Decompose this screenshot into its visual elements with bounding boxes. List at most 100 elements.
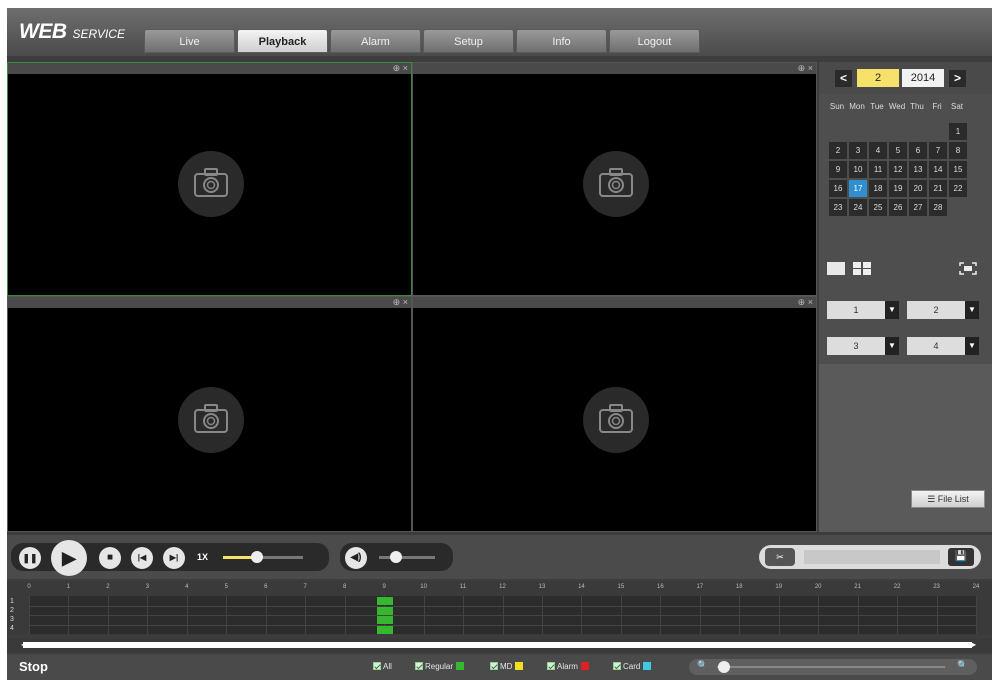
record-segment[interactable]: [377, 606, 394, 615]
filter-card[interactable]: Card: [613, 662, 652, 671]
calendar-day[interactable]: 19: [889, 180, 907, 197]
timeline-scrollbar[interactable]: ◀ ▶: [7, 638, 992, 652]
next-month-button[interactable]: >: [949, 70, 966, 87]
channel-select-2[interactable]: 2 ▼: [907, 301, 979, 319]
calendar-day[interactable]: 13: [909, 161, 927, 178]
record-segment[interactable]: [377, 625, 394, 634]
calendar-day[interactable]: 17: [849, 180, 867, 197]
record-segment[interactable]: [377, 597, 394, 605]
month-field[interactable]: 2: [857, 69, 899, 87]
calendar-day[interactable]: 4: [869, 142, 887, 159]
close-icon[interactable]: ×: [403, 297, 408, 307]
tab-logout[interactable]: Logout: [609, 29, 700, 53]
tab-live[interactable]: Live: [144, 29, 235, 53]
close-icon[interactable]: ×: [808, 297, 813, 307]
scroll-right-icon[interactable]: ▶: [970, 640, 976, 649]
channel-select-1[interactable]: 1 ▼: [827, 301, 899, 319]
next-frame-button[interactable]: ▶|: [163, 547, 185, 569]
tab-playback[interactable]: Playback: [237, 29, 328, 53]
filter-md[interactable]: MD: [490, 662, 524, 671]
calendar-day[interactable]: 10: [849, 161, 867, 178]
calendar-day[interactable]: 25: [869, 199, 887, 216]
calendar-day[interactable]: 20: [909, 180, 927, 197]
weekday-label: Fri: [932, 102, 942, 111]
prev-month-button[interactable]: <: [835, 70, 852, 87]
calendar-day[interactable]: 6: [909, 142, 927, 159]
calendar-day[interactable]: 2: [829, 142, 847, 159]
checkbox-icon[interactable]: [490, 662, 498, 670]
single-layout-icon[interactable]: [827, 262, 845, 275]
calendar-day[interactable]: 18: [869, 180, 887, 197]
calendar-day[interactable]: 24: [849, 199, 867, 216]
file-list-button[interactable]: ☰ File List: [911, 490, 985, 508]
pause-button[interactable]: ❚❚: [19, 547, 41, 569]
zoom-in-icon[interactable]: ⊕: [798, 297, 806, 307]
prev-frame-button[interactable]: |◀: [131, 547, 153, 569]
calendar-day[interactable]: 15: [949, 161, 967, 178]
zoom-slider[interactable]: 🔍 🔍: [689, 659, 977, 675]
playback-progress-handle[interactable]: [250, 551, 263, 563]
checkbox-icon[interactable]: [373, 662, 381, 670]
calendar-day[interactable]: 5: [889, 142, 907, 159]
stop-button[interactable]: ■: [99, 547, 121, 569]
year-field[interactable]: 2014: [902, 69, 944, 87]
clip-time-range[interactable]: [804, 550, 940, 564]
zoom-in-icon[interactable]: 🔍: [957, 660, 968, 671]
tab-setup[interactable]: Setup: [423, 29, 514, 53]
volume-handle[interactable]: [389, 551, 402, 563]
channel-select-4[interactable]: 4 ▼: [907, 337, 979, 355]
calendar-day[interactable]: 14: [929, 161, 947, 178]
calendar-day[interactable]: 27: [909, 199, 927, 216]
channel-select-3[interactable]: 3 ▼: [827, 337, 899, 355]
calendar-day[interactable]: 8: [949, 142, 967, 159]
calendar-day[interactable]: 21: [929, 180, 947, 197]
video-pane-3[interactable]: ⊕ ×: [7, 296, 412, 532]
playback-progress-bar[interactable]: [223, 551, 303, 563]
clip-icon[interactable]: ✂: [765, 548, 795, 566]
play-button[interactable]: ▶: [51, 540, 87, 576]
calendar-day[interactable]: 26: [889, 199, 907, 216]
close-icon[interactable]: ×: [808, 63, 813, 73]
scrollbar-thumb[interactable]: [23, 642, 972, 648]
tab-info[interactable]: Info: [516, 29, 607, 53]
calendar-day[interactable]: 11: [869, 161, 887, 178]
close-icon[interactable]: ×: [403, 63, 408, 73]
scroll-left-icon[interactable]: ◀: [21, 640, 27, 649]
calendar-day[interactable]: 23: [829, 199, 847, 216]
color-swatch: [456, 662, 465, 670]
calendar-day[interactable]: 12: [889, 161, 907, 178]
chevron-down-icon: ▼: [965, 337, 979, 355]
calendar-day[interactable]: 22: [949, 180, 967, 197]
checkbox-icon[interactable]: [415, 662, 423, 670]
video-pane-1[interactable]: ⊕ ×: [7, 62, 412, 296]
calendar-day[interactable]: 7: [929, 142, 947, 159]
filter-all[interactable]: All: [373, 662, 392, 671]
video-pane-2[interactable]: ⊕ ×: [412, 62, 817, 296]
record-segment[interactable]: [377, 616, 394, 624]
volume-button[interactable]: ◀): [345, 547, 367, 569]
zoom-in-icon[interactable]: ⊕: [798, 63, 806, 73]
tab-alarm[interactable]: Alarm: [330, 29, 421, 53]
filter-regular[interactable]: Regular: [415, 662, 465, 671]
checkbox-icon[interactable]: [547, 662, 555, 670]
fullscreen-icon[interactable]: [959, 262, 977, 275]
video-pane-4[interactable]: ⊕ ×: [412, 296, 817, 532]
calendar: Sun Mon Tue Wed Thu Fri Sat 1 2 3 4 5 6 7 8 9 10 11 12 13 14…: [819, 94, 992, 254]
volume-slider[interactable]: [379, 551, 435, 563]
calendar-day[interactable]: 9: [829, 161, 847, 178]
zoom-handle[interactable]: [717, 661, 730, 673]
save-icon[interactable]: 💾: [948, 548, 974, 566]
timeline-grid[interactable]: [29, 596, 977, 634]
zoom-in-icon[interactable]: ⊕: [393, 63, 401, 73]
filter-alarm[interactable]: Alarm: [547, 662, 589, 671]
zoom-in-icon[interactable]: ⊕: [393, 297, 401, 307]
quad-layout-icon[interactable]: [853, 262, 871, 275]
calendar-day[interactable]: 3: [849, 142, 867, 159]
zoom-out-icon[interactable]: 🔍: [697, 660, 708, 671]
calendar-day[interactable]: 1: [949, 123, 967, 140]
calendar-day[interactable]: 28: [929, 199, 947, 216]
calendar-day[interactable]: 16: [829, 180, 847, 197]
row-label: 3: [10, 616, 14, 623]
checkbox-icon[interactable]: [613, 662, 621, 670]
hour-tick-label: 1: [66, 584, 71, 590]
